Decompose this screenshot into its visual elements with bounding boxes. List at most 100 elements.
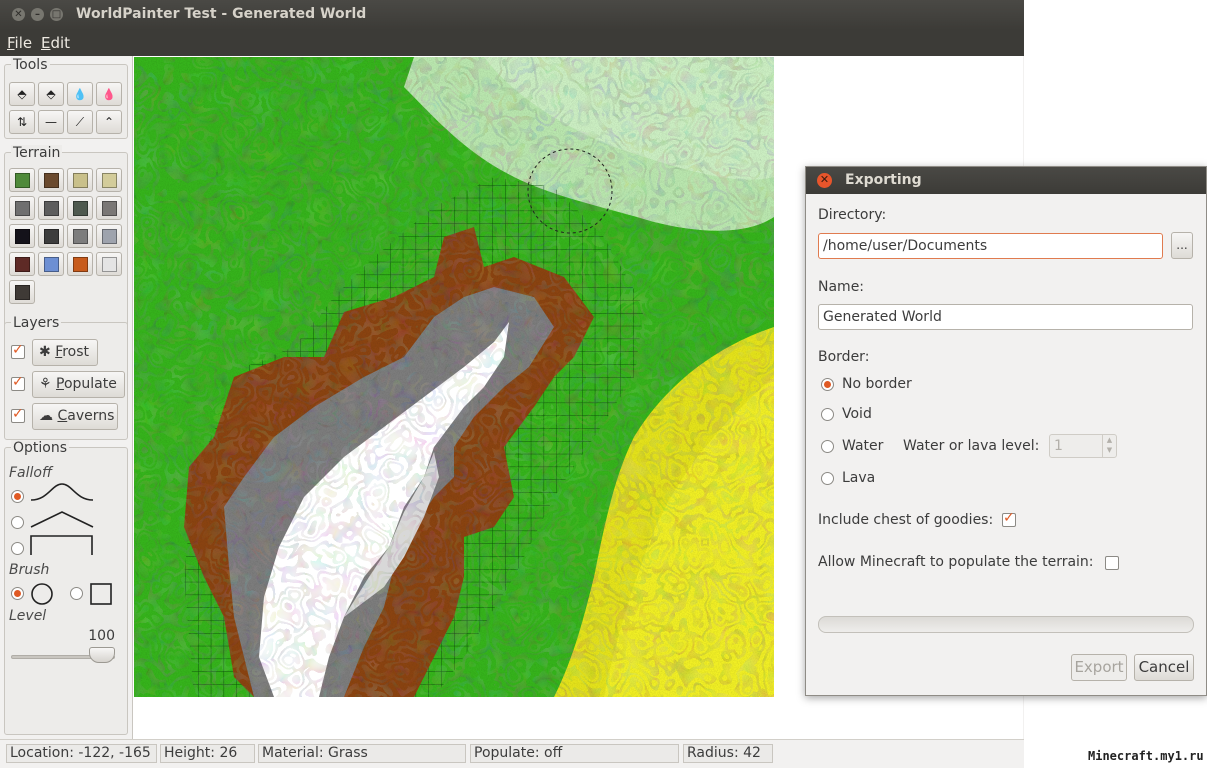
terrain-snow-icon — [102, 257, 117, 272]
frost-layer-button[interactable]: ✱ Frost — [32, 339, 98, 366]
terrain-water-button[interactable] — [38, 252, 64, 276]
flatten-button[interactable]: — — [38, 110, 64, 134]
slope-icon: ⟋ — [75, 115, 85, 129]
world-map-canvas[interactable] — [134, 57, 774, 697]
terrain-clay-button[interactable] — [96, 224, 122, 248]
lower-terrain-icon: ⬘ — [46, 87, 56, 101]
border-none-radio[interactable] — [821, 378, 834, 391]
terrain-netherrack-button[interactable] — [9, 252, 35, 276]
layers-group: Layers ✱ Frost ⚘ Populate ☁ Caverns — [4, 315, 128, 440]
terrain-stone-bricks-button[interactable] — [67, 224, 93, 248]
dialog-close-button[interactable]: ✕ — [817, 173, 832, 188]
window-maximize-button[interactable]: □ — [50, 8, 63, 21]
flood-lava-button[interactable]: 💧 — [96, 82, 122, 106]
tools-title: Tools — [11, 57, 50, 73]
spinner-arrows-icon[interactable]: ▲ ▼ — [1102, 435, 1116, 457]
terrain-dirt-button[interactable] — [38, 168, 64, 192]
terrain-lava-button[interactable] — [67, 252, 93, 276]
border-lava-label: Lava — [842, 470, 876, 486]
browse-directory-button[interactable]: ... — [1171, 232, 1193, 259]
menu-bar: File Edit — [0, 30, 1024, 56]
terrain-mossy-cobblestone-icon — [73, 201, 88, 216]
terrain-mossy-cobblestone-button[interactable] — [67, 196, 93, 220]
cancel-button[interactable]: Cancel — [1134, 654, 1194, 681]
falloff-label: Falloff — [9, 465, 53, 481]
window-minimize-button[interactable]: – — [31, 8, 44, 21]
terrain-bedrock-button[interactable] — [38, 224, 64, 248]
terrain-sand-icon — [73, 173, 88, 188]
terrain-snow-button[interactable] — [96, 252, 122, 276]
directory-label: Directory: — [818, 207, 887, 223]
export-dialog: ✕ Exporting Directory: /home/user/Docume… — [805, 166, 1207, 696]
caverns-label: averns — [67, 408, 115, 424]
allow-populate-checkbox[interactable] — [1105, 556, 1119, 570]
raise-terrain-icon: ⬘ — [17, 87, 27, 101]
tools-group: Tools ⬘ ⬘ 💧 💧 ⇅ — ⟋ ⌃ — [4, 57, 128, 139]
border-void-radio[interactable] — [821, 408, 834, 421]
terrain-water-icon — [44, 257, 59, 272]
directory-input[interactable]: /home/user/Documents — [818, 233, 1163, 259]
square-brush-icon — [90, 583, 112, 605]
terrain-gravel-icon — [102, 201, 117, 216]
smooth-button[interactable]: ⇅ — [9, 110, 35, 134]
terrain-sandstone-button[interactable] — [96, 168, 122, 192]
water-level-value: 1 — [1054, 438, 1063, 454]
level-slider-thumb[interactable] — [89, 647, 115, 663]
status-location: Location: -122, -165 — [6, 744, 157, 763]
terrain-cobblestone-icon — [44, 201, 59, 216]
water-level-label: Water or lava level: — [903, 438, 1040, 454]
menu-edit[interactable]: Edit — [41, 34, 70, 52]
terrain-deep-snow-button[interactable] — [9, 280, 35, 304]
level-value: 100 — [88, 628, 115, 644]
flood-water-button[interactable]: 💧 — [67, 82, 93, 106]
lower-terrain-button[interactable]: ⬘ — [38, 82, 64, 106]
falloff-smooth-radio[interactable] — [11, 490, 24, 503]
terrain-lava-icon — [73, 257, 88, 272]
export-button[interactable]: Export — [1071, 654, 1127, 681]
window-close-button[interactable]: ✕ — [12, 8, 25, 21]
caverns-checkbox[interactable] — [11, 406, 25, 423]
populate-label: opulate — [63, 376, 117, 392]
terrain-cobblestone-button[interactable] — [38, 196, 64, 220]
terrain-grass-button[interactable] — [9, 168, 35, 192]
menu-file[interactable]: File — [7, 34, 32, 52]
terrain-grass-icon — [15, 173, 30, 188]
caverns-mnemonic: C — [57, 408, 68, 424]
terrain-sand-button[interactable] — [67, 168, 93, 192]
caverns-layer-button[interactable]: ☁ Caverns — [32, 403, 118, 430]
populate-mnemonic: P — [56, 376, 64, 392]
smooth-icon: ⇅ — [16, 115, 28, 129]
status-bar: Location: -122, -165 Height: 26 Material… — [0, 739, 1024, 768]
falloff-constant-radio[interactable] — [11, 542, 24, 555]
border-lava-radio[interactable] — [821, 472, 834, 485]
frost-checkbox[interactable] — [11, 342, 25, 359]
name-input[interactable]: Generated World — [818, 304, 1193, 330]
terrain-gravel-button[interactable] — [96, 196, 122, 220]
lava-drop-icon: 💧 — [102, 88, 116, 101]
watermark-text: Minecraft.my1.ru — [1088, 749, 1204, 763]
falloff-linear-radio[interactable] — [11, 516, 24, 529]
chest-checkbox[interactable] — [1002, 510, 1016, 527]
mountain-icon: ⌃ — [103, 115, 115, 129]
mountain-button[interactable]: ⌃ — [96, 110, 122, 134]
populate-checkbox[interactable] — [11, 374, 25, 391]
terrain-stone-bricks-icon — [73, 229, 88, 244]
terrain-stone-button[interactable] — [9, 196, 35, 220]
populate-layer-button[interactable]: ⚘ Populate — [32, 371, 125, 398]
slope-button[interactable]: ⟋ — [67, 110, 93, 134]
terrain-map-drawing — [134, 57, 774, 697]
brush-square-radio[interactable] — [70, 587, 83, 600]
terrain-stone-icon — [15, 201, 30, 216]
menu-edit-label: dit — [50, 34, 71, 52]
water-level-spinner[interactable]: 1 ▲ ▼ — [1049, 434, 1117, 458]
name-label: Name: — [818, 279, 865, 295]
tree-icon: ⚘ — [39, 376, 52, 392]
brush-circle-radio[interactable] — [11, 587, 24, 600]
border-water-radio[interactable] — [821, 440, 834, 453]
window-titlebar: ✕ – □ WorldPainter Test - Generated Worl… — [0, 0, 1024, 30]
terrain-deep-snow-icon — [15, 285, 30, 300]
border-void-label: Void — [842, 406, 872, 422]
terrain-obsidian-button[interactable] — [9, 224, 35, 248]
raise-terrain-button[interactable]: ⬘ — [9, 82, 35, 106]
status-populate: Populate: off — [470, 744, 679, 763]
